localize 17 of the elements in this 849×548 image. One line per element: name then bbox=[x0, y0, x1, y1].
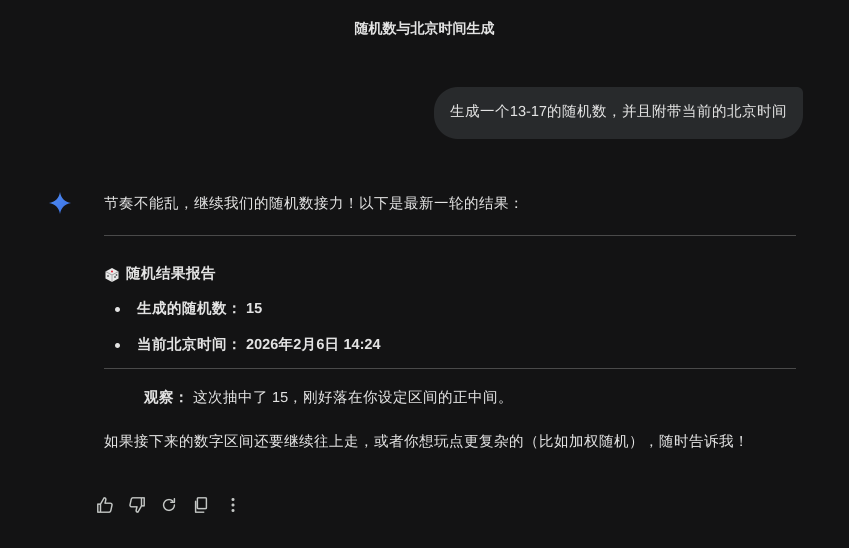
bullet-icon bbox=[115, 307, 120, 312]
reply-closing: 如果接下来的数字区间还要继续往上走，或者你想玩点更复杂的（比如加权随机），随时告诉我！ bbox=[104, 432, 750, 452]
thumbs-up-icon bbox=[96, 496, 114, 514]
dice-icon bbox=[104, 266, 120, 282]
more-options-icon bbox=[231, 498, 235, 512]
thumbs-down-icon bbox=[128, 496, 146, 514]
result-item: 生成的随机数： 15 bbox=[137, 300, 262, 319]
conversation-title: 随机数与北京时间生成 bbox=[354, 19, 494, 38]
copy-icon bbox=[192, 496, 210, 514]
user-message: 生成一个13-17的随机数，并且附带当前的北京时间 bbox=[434, 87, 803, 139]
observation-note: 观察： 这次抽中了 15，刚好落在你设定区间的正中间。 bbox=[142, 388, 514, 408]
report-heading: 随机结果报告 bbox=[126, 264, 216, 284]
sparkle-icon bbox=[48, 191, 72, 215]
bullet-icon bbox=[115, 343, 120, 348]
reply-intro: 节奏不能乱，继续我们的随机数接力！以下是最新一轮的结果： bbox=[104, 194, 525, 214]
refresh-icon bbox=[160, 496, 178, 514]
result-item: 当前北京时间： 2026年2月6日 14:24 bbox=[137, 336, 381, 355]
